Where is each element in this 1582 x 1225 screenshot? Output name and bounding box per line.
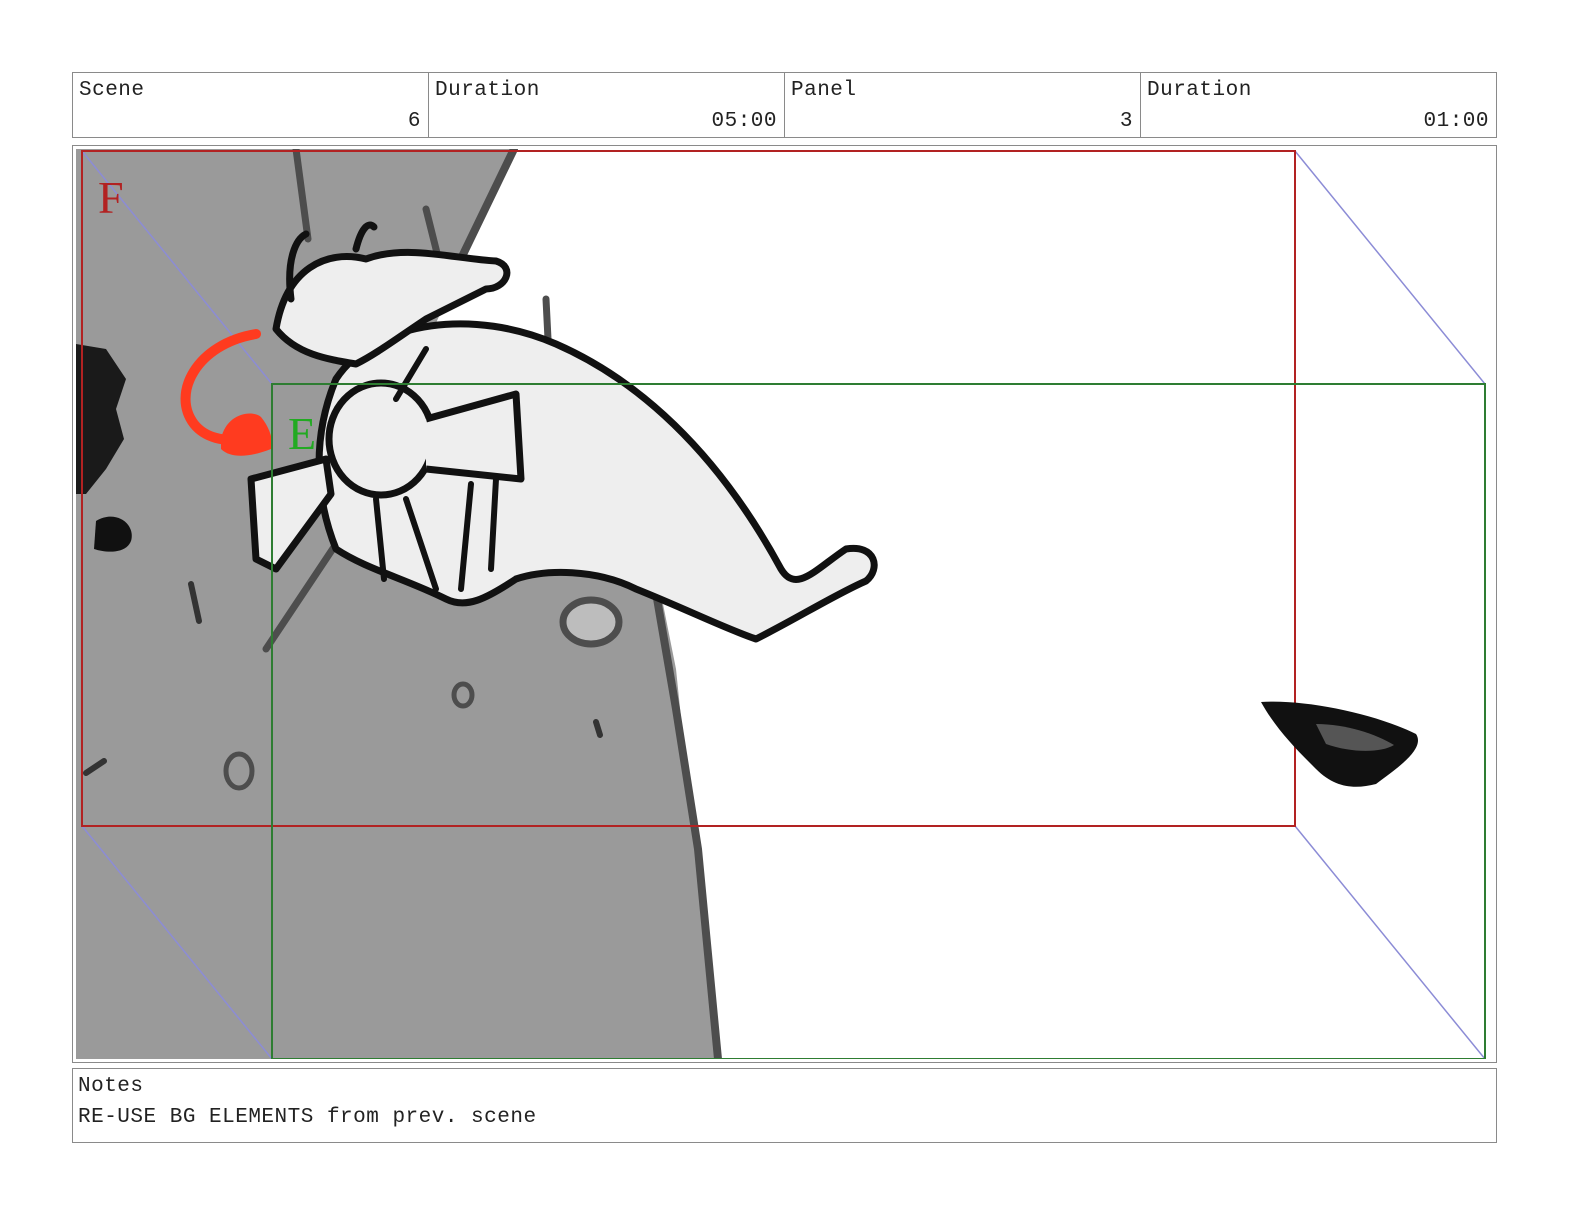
panel-value[interactable]: 3 <box>1120 110 1133 133</box>
panel-duration-cell: Duration 01:00 <box>1141 73 1496 137</box>
scene-duration-cell: Duration 05:00 <box>429 73 785 137</box>
notes-box[interactable]: Notes RE-USE BG ELEMENTS from prev. scen… <box>72 1068 1497 1143</box>
panel-header: Scene 6 Duration 05:00 Panel 3 Duration … <box>72 72 1497 138</box>
scene-duration-label: Duration <box>435 79 540 102</box>
storyboard-drawing: F E <box>76 149 1486 1059</box>
panel-duration-label: Duration <box>1147 79 1252 102</box>
character-round-shape <box>325 379 437 499</box>
scene-value[interactable]: 6 <box>408 110 421 133</box>
panel-duration-value[interactable]: 01:00 <box>1423 110 1489 133</box>
pebble <box>559 596 623 648</box>
inner-field-letter: E <box>288 408 316 459</box>
scene-label: Scene <box>79 79 145 102</box>
panel-label: Panel <box>791 79 857 102</box>
storyboard-frame[interactable]: F E <box>72 145 1497 1063</box>
scene-cell: Scene 6 <box>73 73 429 137</box>
panel-cell: Panel 3 <box>785 73 1141 137</box>
notes-label: Notes <box>78 1075 144 1098</box>
notes-text[interactable]: RE-USE BG ELEMENTS from prev. scene <box>78 1106 537 1129</box>
scene-duration-value[interactable]: 05:00 <box>711 110 777 133</box>
outer-field-letter: F <box>98 172 124 223</box>
